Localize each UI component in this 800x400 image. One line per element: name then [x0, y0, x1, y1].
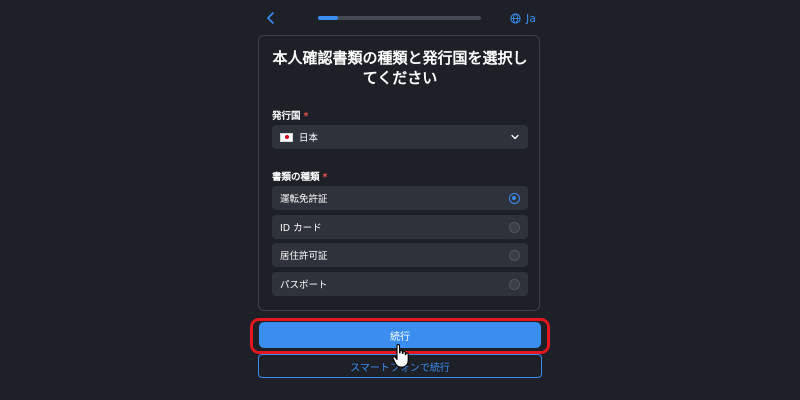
doc-option-residence-permit[interactable]: 居住許可証: [272, 243, 528, 267]
progress-fill: [318, 16, 338, 20]
globe-icon: [510, 12, 521, 24]
progress-bar: [318, 16, 481, 20]
required-mark: *: [303, 111, 309, 122]
country-label-text: 発行国: [272, 111, 301, 122]
doc-option-passport[interactable]: パスポート: [272, 272, 528, 296]
top-bar: Ja: [258, 9, 542, 27]
doc-option-id-card[interactable]: ID カード: [272, 215, 528, 239]
language-selector[interactable]: Ja: [510, 9, 536, 27]
page-title: 本人確認書類の種類と発行国を選択してください: [272, 49, 528, 87]
doc-type-label-text: 書類の種類: [272, 172, 320, 183]
radio-button[interactable]: [509, 192, 520, 204]
hand-pointer-icon: [392, 343, 409, 368]
required-mark: *: [322, 172, 328, 183]
doc-option-label: パスポート: [280, 280, 328, 291]
radio-button[interactable]: [509, 249, 520, 261]
doc-type-label: 書類の種類 *: [272, 169, 327, 183]
doc-option-label: 運転免許証: [280, 194, 328, 205]
doc-option-label: ID カード: [280, 223, 322, 234]
language-label: Ja: [526, 11, 536, 25]
chevron-left-icon[interactable]: [264, 9, 278, 27]
chevron-down-icon: [511, 134, 519, 140]
radio-button[interactable]: [509, 221, 520, 233]
radio-button[interactable]: [509, 278, 520, 290]
japan-flag-icon: [280, 132, 293, 142]
country-select-value: 日本: [299, 133, 319, 144]
doc-option-label: 居住許可証: [280, 251, 328, 262]
country-select[interactable]: 日本: [272, 125, 528, 149]
doc-option-drivers-license[interactable]: 運転免許証: [272, 186, 528, 210]
country-label: 発行国 *: [272, 108, 308, 122]
document-selection-card: 本人確認書類の種類と発行国を選択してください 発行国 * 日本 書類の種類 * 運転…: [258, 35, 540, 311]
